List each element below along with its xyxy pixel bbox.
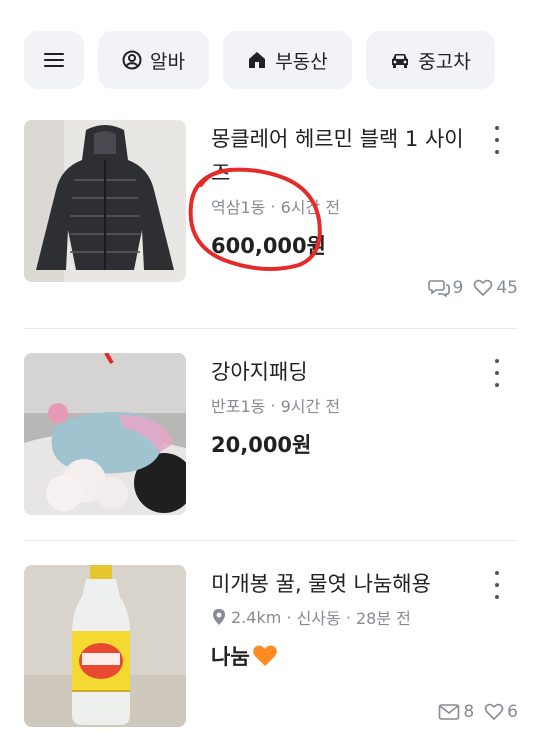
item-location: 신사동 [296,609,341,628]
category-chips: 알바 부동산 중고차 [24,31,495,89]
menu-button[interactable] [24,31,84,89]
more-options-button[interactable] [490,359,504,387]
car-icon [390,51,410,69]
chip-alba-label: 알바 [150,50,185,73]
chat-count: 9 [427,278,463,298]
divider [24,328,518,329]
house-icon [247,50,267,70]
like-count: 6 [484,702,518,722]
item-time: 28분 전 [356,609,411,628]
item-time: 9시간 전 [280,397,341,416]
item-distance: 2.4km [231,607,282,627]
item-counts: 9 45 [427,278,518,298]
location-pin-icon [213,609,225,625]
mail-count: 8 [438,702,474,722]
chip-realty[interactable]: 부동산 [223,31,352,89]
item-info: 강아지패딩 반포1동 · 9시간 전 20,000원 [211,353,481,459]
orange-heart-icon [252,645,277,666]
divider [24,540,518,541]
item-title: 강아지패딩 [211,360,308,384]
more-options-button[interactable] [490,126,504,154]
item-meta: 2.4km · 신사동 · 28분 전 [211,605,481,629]
item-price: 20,000원 [211,433,312,457]
like-count: 45 [473,278,518,298]
item-location: 반포1동 [211,397,266,416]
more-options-button[interactable] [490,571,504,599]
item-meta: 반포1동 · 9시간 전 [211,393,481,417]
item-price: 나눔 [211,641,481,671]
chip-alba[interactable]: 알바 [98,31,209,89]
list-item[interactable]: 강아지패딩 반포1동 · 9시간 전 20,000원 [24,353,518,518]
list-item[interactable]: 몽클레어 헤르민 블랙 1 사이즈 역삼1동 · 6시간 전 600,000원 … [24,120,518,310]
chip-realty-label: 부동산 [275,50,328,73]
heart-icon [474,279,493,296]
item-info: 미개봉 꿀, 물엿 나눔해용 2.4km · 신사동 · 28분 전 나눔 [211,565,481,671]
job-search-icon [122,50,142,70]
red-circle-annotation [188,167,322,271]
chat-icon [427,280,450,298]
item-counts: 8 6 [438,702,518,722]
list-item[interactable]: 미개봉 꿀, 물엿 나눔해용 2.4km · 신사동 · 28분 전 나눔 8 … [24,565,518,730]
hamburger-menu-icon [44,53,64,67]
item-title: 미개봉 꿀, 물엿 나눔해용 [211,572,431,596]
item-thumbnail [24,565,186,727]
mail-icon [439,704,460,720]
item-thumbnail [24,120,186,282]
chip-car[interactable]: 중고차 [366,31,495,89]
heart-icon [484,703,504,720]
chip-car-label: 중고차 [418,50,471,73]
item-thumbnail [24,353,186,515]
